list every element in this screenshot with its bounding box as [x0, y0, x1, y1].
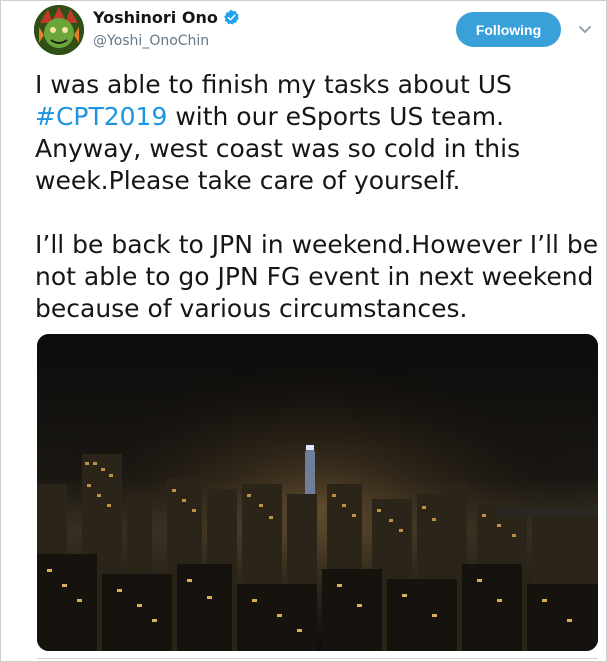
chevron-down-icon[interactable]: [578, 25, 592, 35]
following-button[interactable]: Following: [456, 12, 561, 47]
display-name[interactable]: Yoshinori Ono: [93, 8, 218, 27]
avatar[interactable]: [34, 5, 84, 55]
city-skyline-photo: [37, 334, 598, 651]
tweet-text-segment: I was able to finish my tasks about US: [35, 70, 512, 99]
tweet-photo[interactable]: [37, 334, 598, 651]
tweet-paragraph-2: I’ll be back to JPN in weekend.However I…: [35, 230, 599, 323]
tweet-text: I was able to finish my tasks about US #…: [35, 69, 605, 325]
tweet-card: Yoshinori Ono @Yoshi_OnoChin Following I…: [0, 0, 607, 662]
verified-badge-icon: [223, 9, 239, 25]
author-name-row[interactable]: Yoshinori Ono: [93, 8, 240, 27]
tweet-paragraph-1: I was able to finish my tasks about US #…: [35, 69, 605, 197]
hashtag-link[interactable]: #CPT2019: [35, 102, 167, 131]
divider: [37, 658, 598, 659]
user-handle[interactable]: @Yoshi_OnoChin: [93, 33, 209, 49]
